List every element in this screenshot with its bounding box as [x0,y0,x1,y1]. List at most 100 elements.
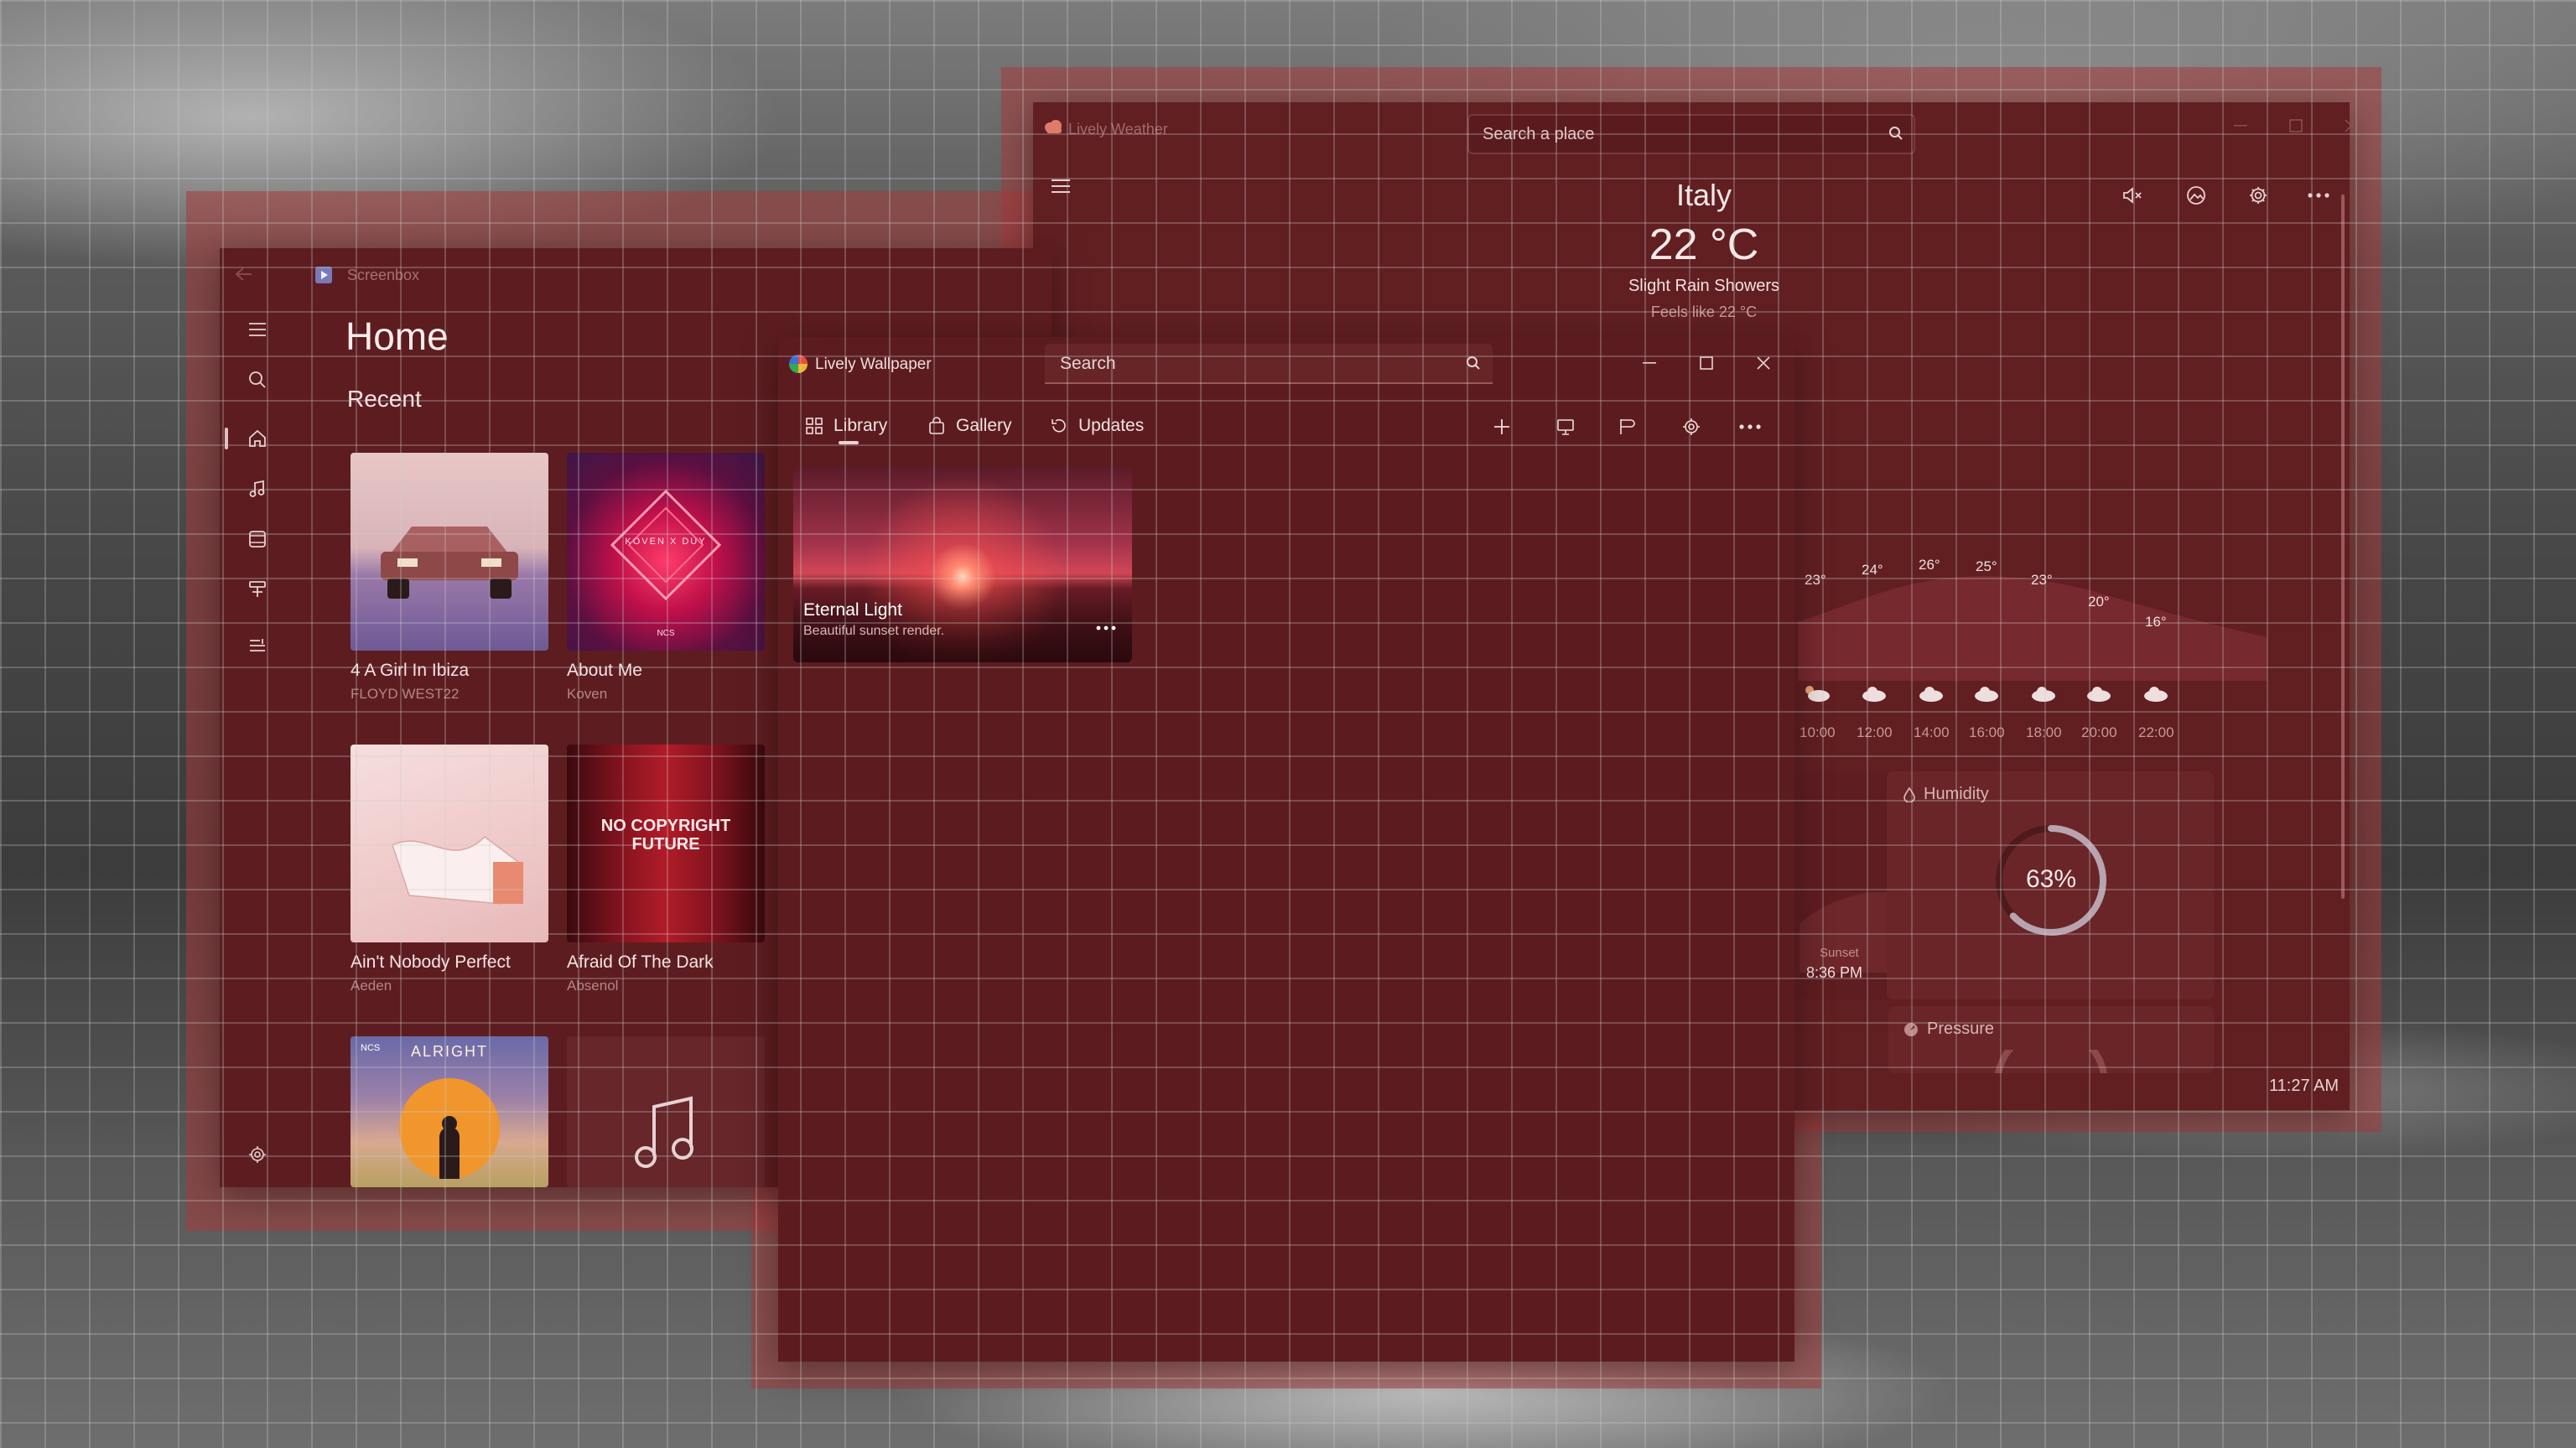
hourly-time: 22:00 [2138,724,2174,740]
hourly-temp: 20° [2088,594,2110,610]
sun-figure-illustration [399,1078,500,1179]
settings-icon[interactable] [236,1134,278,1176]
hourly-time: 20:00 [2081,724,2117,740]
weather-scrollbar[interactable] [2341,195,2345,899]
album-card[interactable] [567,1036,768,1197]
hourly-temp: 26° [1919,557,1940,573]
humidity-title: Humidity [1903,785,1989,804]
weather-condition: Slight Rain Showers [1628,277,1780,295]
tab-selection-indicator [839,441,859,444]
sunset-time: 8:36 PM [1806,964,1863,981]
weather-app-title: Lively Weather [1068,121,1168,138]
weather-temperature: 22 °C [1649,221,1759,269]
hourly-temp: 16° [2145,614,2167,630]
pressure-title-text: Pressure [1927,1020,1995,1038]
close-button[interactable] [2326,109,2376,143]
back-arrow-icon[interactable] [235,267,253,282]
layout-icon[interactable] [1607,406,1649,448]
more-options-icon[interactable] [1729,406,1771,448]
maximize-button[interactable] [1677,344,1736,382]
humidity-value: 63% [2025,865,2077,893]
album-artist: Koven [567,686,608,702]
weather-search-input[interactable] [1481,122,1887,146]
album-art-text: NCS [657,629,675,638]
lively-search-input[interactable] [1058,352,1456,376]
album-card[interactable]: ALRIGHT NCS [351,1036,552,1197]
album-artist: FLOYD WEST22 [351,686,460,702]
network-icon[interactable] [236,568,278,610]
mute-icon[interactable] [2111,174,2153,216]
cloud-icon [1860,684,1888,703]
clock-time: 11:27 AM [2269,1077,2340,1095]
album-title: 4 A Girl In Ibiza [351,661,470,680]
album-art-car [351,453,548,651]
lively-logo-icon [788,354,808,374]
wallpaper-tile[interactable]: Eternal Light Beautiful sunset render. [793,468,1132,662]
cloud-icon [2085,684,2113,703]
hamburger-menu-icon[interactable] [1050,178,1072,195]
humidity-title-text: Humidity [1924,785,1989,803]
album-card[interactable]: Ain't Nobody Perfect Aeden [351,745,552,994]
search-icon[interactable] [1466,356,1481,371]
wallpaper-icon[interactable] [2175,174,2217,216]
wallpaper-description: Beautiful sunset render. [803,624,945,638]
add-icon[interactable] [1481,406,1523,448]
hourly-temp: 24° [1862,562,1883,578]
library-grid-icon [805,417,823,435]
screenbox-app-title: Screenbox [347,267,420,283]
tab-updates[interactable]: Updates [1050,409,1144,443]
settings-icon[interactable] [1670,406,1712,448]
sunset-label: Sunset [1820,946,1859,960]
tab-gallery[interactable]: Gallery [927,409,1012,443]
display-icon[interactable] [1545,406,1587,448]
lively-wallpaper-window: Lively Wallpaper Library Gallery Updates [778,337,1794,1362]
video-icon[interactable] [236,518,278,560]
more-options-icon[interactable] [1092,615,1120,641]
minimize-button[interactable] [1620,344,1679,382]
more-options-icon[interactable] [2298,174,2340,216]
tab-library-label: Library [834,416,888,435]
album-art-text: NCS [361,1043,381,1053]
settings-icon[interactable] [2237,174,2279,216]
minimize-button[interactable] [2215,109,2266,143]
music-note-icon[interactable] [236,468,278,510]
weather-feels-like: Feels like 22 °C [1650,304,1758,320]
cloud-icon [1917,684,1945,703]
cloud-icon [2029,684,2058,703]
pressure-title: Pressure [1903,1020,1994,1039]
album-art-text: ALRIGHT [410,1043,488,1060]
album-title: Ain't Nobody Perfect [351,952,511,972]
album-art-sun: ALRIGHT NCS [351,1036,548,1187]
close-button[interactable] [1734,344,1793,382]
weather-titlebar: Lively Weather [1033,102,2358,159]
search-icon[interactable] [1888,126,1903,141]
album-art-neon: KOVEN X DUY NCS [567,453,765,651]
tab-gallery-label: Gallery [956,416,1012,435]
album-card[interactable]: NO COPYRIGHT FUTURE Afraid Of The Dark A… [567,745,768,994]
album-card[interactable]: KOVEN X DUY NCS About Me Koven [567,453,768,703]
cloud-icon [1972,684,2001,703]
hourly-time: 14:00 [1914,724,1950,740]
hamburger-menu-icon[interactable] [236,309,278,350]
playlist-icon[interactable] [236,625,278,667]
cloud-icon [2142,684,2170,703]
weather-search-box[interactable] [1467,114,1915,154]
album-art-text: NO COPYRIGHT FUTURE [600,817,731,854]
lively-app-title: Lively Wallpaper [815,356,932,373]
hourly-time: 18:00 [2026,724,2062,740]
nav-selection-indicator [225,428,228,449]
album-card[interactable]: 4 A Girl In Ibiza FLOYD WEST22 [351,453,552,703]
pressure-gauge [1995,1050,2107,1073]
hourly-temp: 25° [1976,558,1997,574]
album-title: About Me [567,661,642,680]
fabric-illustration [392,836,523,905]
maximize-button[interactable] [2271,109,2321,143]
search-icon[interactable] [236,359,278,401]
tab-library[interactable]: Library [805,409,887,443]
refresh-icon [1050,417,1068,435]
car-illustration [381,527,518,599]
hourly-time: 12:00 [1857,724,1893,740]
home-icon[interactable] [236,418,278,459]
album-art-dark: NO COPYRIGHT FUTURE [567,745,765,942]
lively-search-box[interactable] [1045,344,1493,384]
